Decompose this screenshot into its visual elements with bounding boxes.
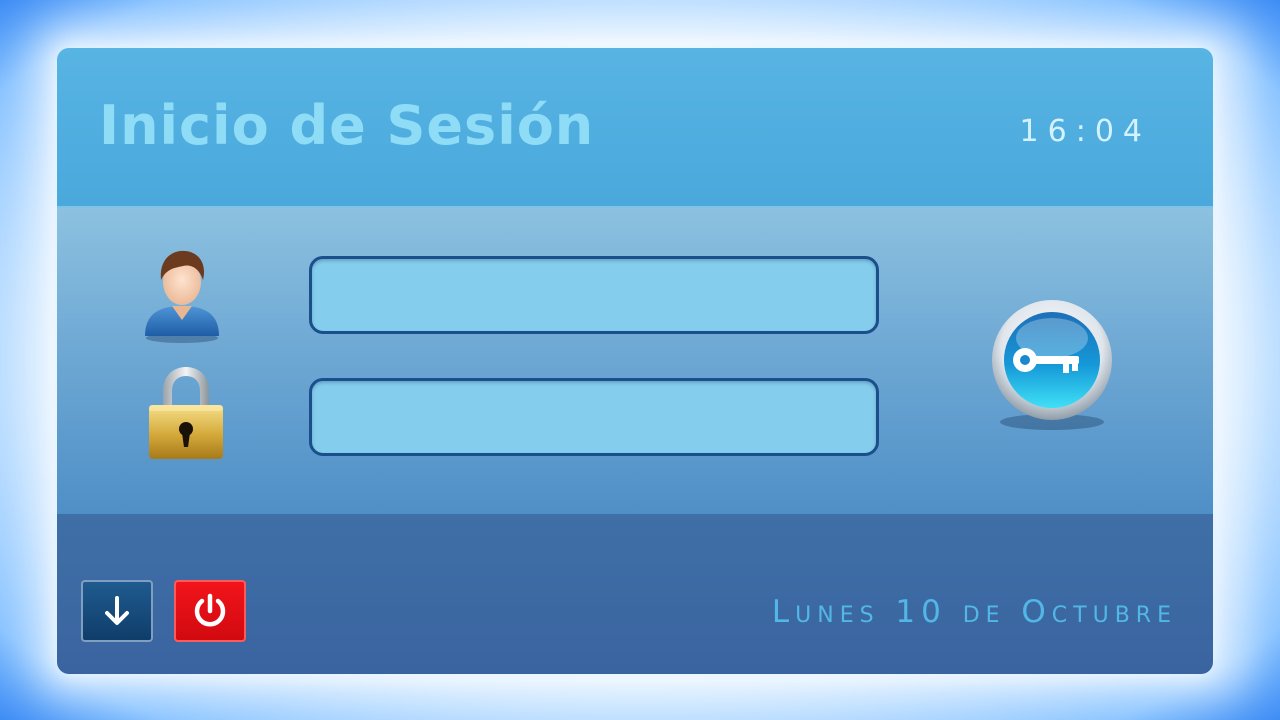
power-button[interactable] (174, 580, 246, 642)
footer-bar: Lunes 10 de Octubre (57, 514, 1213, 674)
password-field[interactable] (309, 378, 879, 456)
username-field[interactable] (309, 256, 879, 334)
clock-time: 16:04 (1019, 114, 1151, 149)
page-title: Inicio de Sesión (99, 94, 595, 157)
login-button[interactable] (979, 294, 1125, 434)
login-form (57, 208, 1213, 514)
lock-icon (149, 367, 223, 459)
user-icon (145, 250, 219, 343)
header-bar: Inicio de Sesión 16:04 (57, 48, 1213, 208)
date-label: Lunes 10 de Octubre (771, 594, 1177, 630)
download-button[interactable] (81, 580, 153, 642)
power-icon (194, 593, 226, 627)
login-window: Inicio de Sesión 16:04 Lunes 10 de Octub… (57, 48, 1213, 674)
arrow-down-icon (105, 596, 129, 625)
